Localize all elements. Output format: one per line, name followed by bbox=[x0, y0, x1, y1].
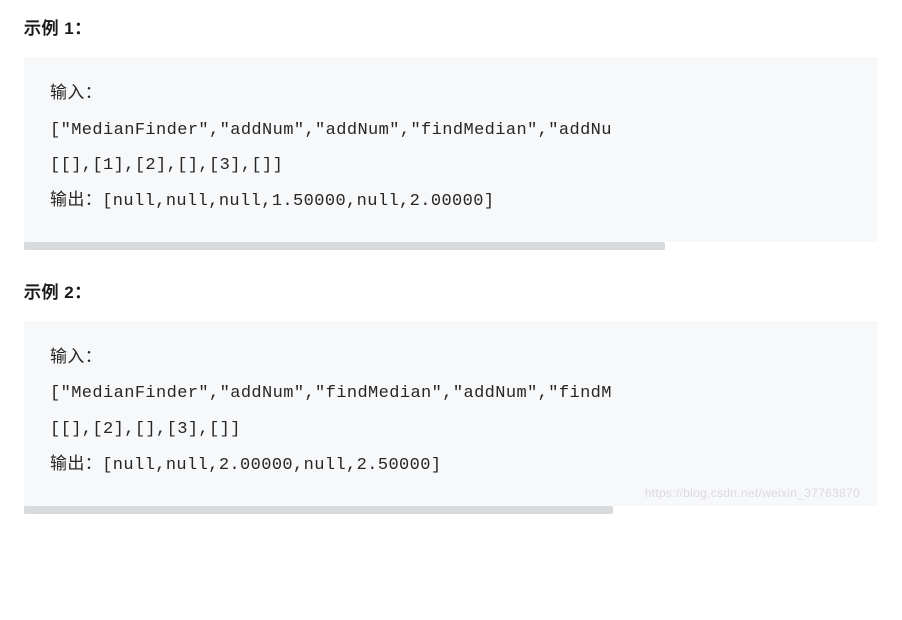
horizontal-scrollbar-track[interactable] bbox=[24, 242, 878, 250]
input-label: 输入： bbox=[50, 349, 102, 368]
output-label: 输出： bbox=[50, 192, 102, 211]
example-1-block: 输入： ["MedianFinder","addNum","addNum","f… bbox=[24, 57, 878, 250]
example-1-code: 输入： ["MedianFinder","addNum","addNum","f… bbox=[24, 57, 878, 242]
example-2-code: 输入： ["MedianFinder","addNum","findMedian… bbox=[24, 321, 878, 506]
input-args-line: [[],[1],[2],[],[3],[]] bbox=[50, 156, 283, 175]
output-value: [null,null,2.00000,null,2.50000] bbox=[102, 456, 441, 475]
example-2-label: 示例 2： bbox=[24, 278, 878, 303]
input-ops-line: ["MedianFinder","addNum","addNum","findM… bbox=[50, 121, 612, 140]
horizontal-scrollbar-thumb[interactable] bbox=[24, 242, 665, 250]
input-label: 输入： bbox=[50, 85, 102, 104]
document-content: 示例 1： 输入： ["MedianFinder","addNum","addN… bbox=[24, 14, 878, 514]
input-ops-line: ["MedianFinder","addNum","findMedian","a… bbox=[50, 384, 612, 403]
example-1-label: 示例 1： bbox=[24, 14, 878, 39]
input-args-line: [[],[2],[],[3],[]] bbox=[50, 420, 241, 439]
watermark-text: https://blog.csdn.net/weixin_37763870 bbox=[645, 486, 860, 500]
horizontal-scrollbar-track[interactable] bbox=[24, 506, 878, 514]
horizontal-scrollbar-thumb[interactable] bbox=[24, 506, 613, 514]
output-value: [null,null,null,1.50000,null,2.00000] bbox=[102, 192, 494, 211]
output-label: 输出： bbox=[50, 456, 102, 475]
